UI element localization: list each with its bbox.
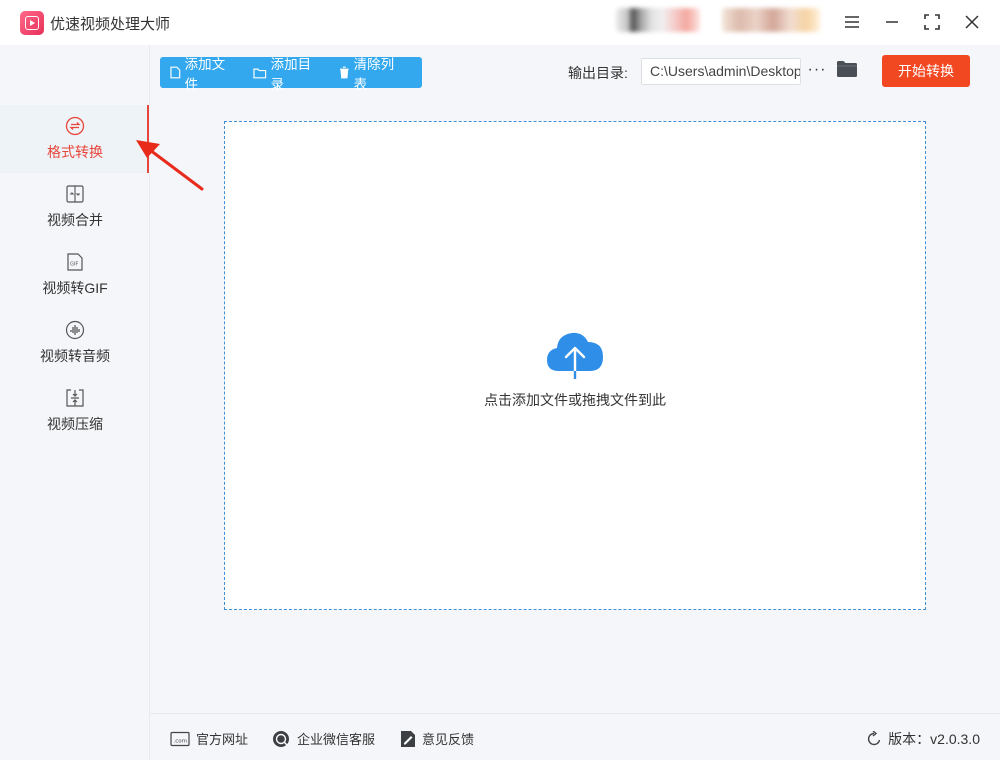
feedback-icon	[401, 730, 415, 747]
sidebar: 格式转换 视频合并 GIF 视频转GIF 视频转音频 视频压缩	[0, 45, 150, 760]
start-convert-button[interactable]: 开始转换	[882, 55, 970, 87]
format-convert-icon	[65, 116, 85, 136]
version-info: 版本：v2.0.3.0	[866, 729, 980, 749]
compress-icon	[66, 389, 84, 407]
file-drop-zone[interactable]: 点击添加文件或拖拽文件到此	[224, 121, 926, 610]
gif-icon: GIF	[67, 253, 83, 271]
toolbar: 添加文件 添加目录 清除列表 输出目录: C:\Users\admin\Desk…	[150, 45, 1000, 101]
sidebar-item-video-merge[interactable]: 视频合并	[0, 173, 150, 241]
drop-hint-text: 点击添加文件或拖拽文件到此	[484, 392, 666, 408]
close-icon[interactable]	[959, 10, 985, 34]
open-folder-icon[interactable]	[836, 60, 858, 81]
footer: .com 官方网址 企业微信客服 意见反馈 版本：v2.0.3.0	[150, 713, 1000, 760]
sidebar-item-video-compress[interactable]: 视频压缩	[0, 377, 150, 445]
add-folder-button[interactable]: 添加目录	[253, 53, 323, 93]
clear-list-button[interactable]: 清除列表	[339, 53, 406, 93]
version-label: 版本：v2.0.3.0	[888, 731, 980, 747]
browse-more-button[interactable]: ···	[807, 58, 827, 84]
app-title: 优速视频处理大师	[50, 16, 171, 33]
cloud-upload-icon	[547, 332, 603, 381]
wechat-icon	[273, 730, 289, 747]
sidebar-item-video-to-gif[interactable]: GIF 视频转GIF	[0, 241, 150, 309]
website-link[interactable]: .com 官方网址	[170, 729, 248, 748]
file-icon	[170, 66, 181, 79]
file-action-group: 添加文件 添加目录 清除列表	[160, 57, 422, 92]
folder-outline-icon	[253, 68, 267, 78]
sidebar-item-label: 视频合并	[47, 212, 103, 228]
sidebar-item-label: 视频转音频	[40, 348, 110, 364]
audio-icon	[65, 320, 85, 340]
sidebar-item-label: 视频转GIF	[42, 280, 108, 296]
feedback-label: 意见反馈	[422, 732, 475, 747]
add-file-button[interactable]: 添加文件	[170, 53, 237, 93]
website-icon: .com	[170, 731, 190, 746]
app-logo-icon	[20, 11, 44, 35]
sidebar-item-label: 视频压缩	[47, 416, 103, 432]
video-merge-icon	[66, 185, 84, 203]
minimize-icon[interactable]	[879, 10, 905, 34]
menu-icon[interactable]	[839, 10, 865, 34]
active-indicator	[147, 105, 149, 173]
sidebar-item-video-to-audio[interactable]: 视频转音频	[0, 309, 150, 377]
clear-list-label: 清除列表	[353, 56, 395, 92]
user-avatar-blurred[interactable]	[616, 8, 700, 32]
wechat-label: 企业微信客服	[297, 732, 376, 747]
sidebar-item-format-convert[interactable]: 格式转换	[0, 105, 150, 173]
wechat-service-link[interactable]: 企业微信客服	[271, 729, 375, 748]
sidebar-item-label: 格式转换	[47, 144, 103, 160]
trash-icon	[339, 66, 349, 79]
user-info-blurred[interactable]	[722, 8, 820, 32]
refresh-icon[interactable]	[866, 731, 882, 747]
maximize-icon[interactable]	[919, 10, 945, 34]
output-path-field[interactable]: C:\Users\admin\Desktop	[641, 58, 801, 85]
svg-text:GIF: GIF	[70, 262, 78, 268]
add-file-label: 添加文件	[184, 56, 226, 92]
title-bar: 优速视频处理大师	[0, 0, 1000, 45]
svg-text:.com: .com	[174, 738, 188, 744]
add-folder-label: 添加目录	[270, 56, 312, 92]
output-dir-label: 输出目录:	[568, 65, 628, 81]
website-label: 官方网址	[196, 732, 249, 747]
feedback-link[interactable]: 意见反馈	[400, 729, 474, 748]
